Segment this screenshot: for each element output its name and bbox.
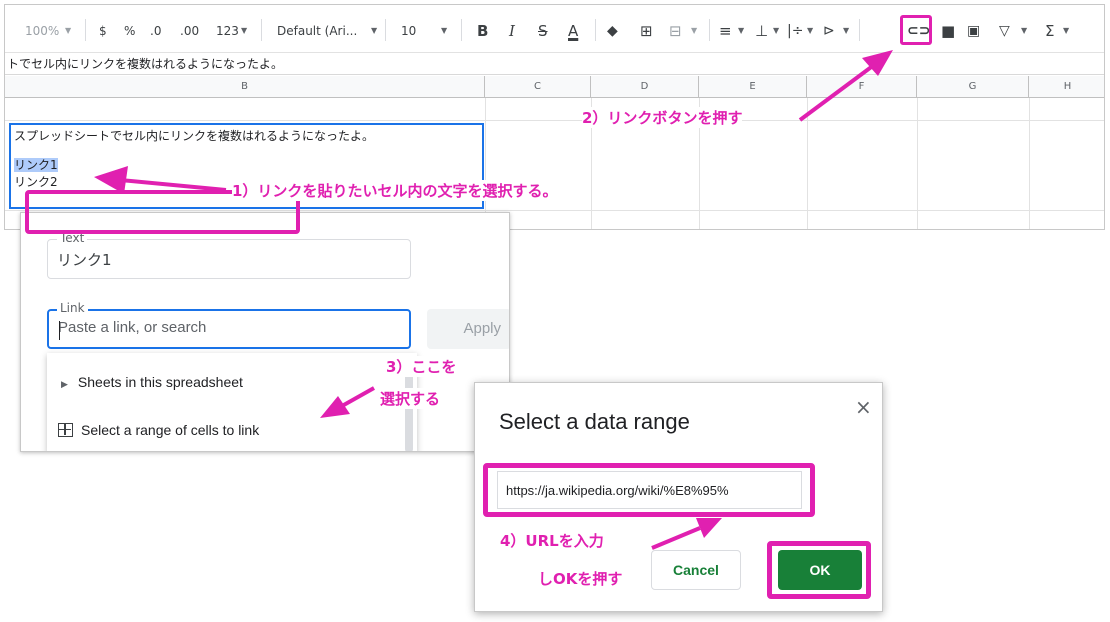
- cancel-button[interactable]: Cancel: [651, 550, 741, 590]
- chevron-down-icon: ▼: [773, 26, 780, 35]
- ok-button-highlight: [767, 541, 871, 599]
- column-header-h[interactable]: H: [1029, 76, 1104, 98]
- percent-format-button[interactable]: %: [124, 21, 135, 41]
- font-size-select[interactable]: 10: [401, 21, 416, 41]
- annotation-step-3b: 選択する: [380, 388, 441, 409]
- chevron-down-icon: ▼: [1063, 26, 1070, 35]
- column-header: B C D E F G H: [5, 76, 1104, 98]
- select-data-range-dialog: Select a data range × Cancel OK: [474, 382, 883, 612]
- chevron-down-icon: ▼: [1021, 26, 1028, 35]
- cell-blank-line: [14, 145, 479, 157]
- borders-icon[interactable]: ⊞: [640, 21, 653, 41]
- chevron-down-icon: ▼: [738, 26, 745, 35]
- select-range-label: Select a range of cells to link: [81, 422, 260, 438]
- column-header-f[interactable]: F: [807, 76, 917, 98]
- italic-button[interactable]: I: [509, 21, 515, 41]
- link-text-field[interactable]: リンク1: [47, 239, 411, 279]
- sheets-in-spreadsheet-item[interactable]: ▶ Sheets in this spreadsheet: [47, 367, 397, 397]
- sheets-item-label: Sheets in this spreadsheet: [77, 374, 243, 390]
- column-header-e[interactable]: E: [699, 76, 807, 98]
- increase-decimal-button[interactable]: .00: [180, 21, 199, 41]
- chevron-down-icon: ▼: [241, 26, 248, 35]
- toolbar-separator: [859, 19, 860, 41]
- column-header-d[interactable]: D: [591, 76, 699, 98]
- insert-link-dialog: リンク1 Text Link Apply ▶Sheets in this spr…: [20, 212, 510, 452]
- strikethrough-button[interactable]: S: [538, 21, 548, 41]
- chevron-down-icon: ▼: [441, 26, 448, 35]
- toolbar-separator: [461, 19, 462, 41]
- chevron-down-icon: ▼: [691, 26, 698, 35]
- annotation-step-4b: しOKを押す: [538, 570, 623, 588]
- toolbar-separator: [85, 19, 86, 41]
- selected-cell-text[interactable]: リンク1: [14, 158, 58, 172]
- currency-format-button[interactable]: $: [99, 21, 107, 41]
- link-suggestions-menu: ▶ Sheets in this spreadsheet Select a ran…: [47, 353, 417, 451]
- chevron-down-icon: ▼: [807, 26, 814, 35]
- align-icon[interactable]: ≡: [719, 21, 732, 41]
- toolbar-separator: [261, 19, 262, 41]
- grid-line: [485, 98, 486, 229]
- text-color-button[interactable]: A: [568, 21, 578, 41]
- cell-text-line: スプレッドシートでセル内にリンクを複数はれるようになったよ。: [14, 129, 375, 143]
- annotation-step-4a: 4）URLを入力: [500, 530, 604, 551]
- insert-comment-icon[interactable]: ■: [941, 21, 955, 41]
- bold-button[interactable]: B: [477, 21, 488, 41]
- insert-chart-icon[interactable]: ▣: [967, 21, 980, 41]
- dialog-title: Select a data range: [499, 409, 690, 434]
- select-range-item[interactable]: Select a range of cells to link: [47, 413, 397, 447]
- chevron-down-icon: ▼: [371, 26, 378, 35]
- column-header-b[interactable]: B: [5, 76, 485, 98]
- toolbar-separator: [595, 19, 596, 41]
- valign-icon[interactable]: ⊥: [755, 21, 768, 41]
- filter-icon[interactable]: ▽: [999, 21, 1010, 41]
- link-text-value: リンク1: [57, 251, 112, 269]
- font-select[interactable]: Default (Ari...: [277, 21, 357, 41]
- grid-line: [807, 98, 808, 229]
- link-url-label: Link: [57, 301, 88, 315]
- toolbar-separator: [709, 19, 710, 41]
- link-url-input[interactable]: [58, 319, 398, 336]
- url-input-highlight: [483, 463, 815, 517]
- wrap-icon[interactable]: |÷: [787, 21, 803, 41]
- annotation-step-2: 2）リンクボタンを押す: [582, 107, 743, 128]
- annotation-step-3a: 3）ここを: [386, 356, 457, 377]
- text-caret: [59, 321, 60, 340]
- column-header-c[interactable]: C: [485, 76, 591, 98]
- grid-icon: [58, 423, 73, 437]
- decrease-decimal-button[interactable]: .0: [150, 21, 161, 41]
- functions-icon[interactable]: Σ: [1045, 21, 1054, 41]
- chevron-down-icon: ▼: [843, 26, 850, 35]
- rotate-icon[interactable]: ⊳: [823, 21, 835, 41]
- grid-line: [1029, 98, 1030, 229]
- expand-triangle-icon: ▶: [61, 379, 68, 389]
- formula-bar[interactable]: トでセル内にリンクを複数はれるようになったよ。: [5, 53, 1104, 75]
- grid-line: [5, 120, 1104, 121]
- annotation-step-1: 1）リンクを貼りたいセル内の文字を選択する。: [232, 180, 558, 201]
- close-icon[interactable]: ×: [855, 395, 872, 419]
- chevron-down-icon: ▼: [65, 26, 72, 35]
- merge-icon[interactable]: ⊟: [669, 21, 682, 41]
- toolbar-separator: [385, 19, 386, 41]
- zoom-select[interactable]: 100%: [25, 21, 59, 41]
- link-url-field[interactable]: [47, 309, 411, 349]
- more-formats-button[interactable]: 123: [216, 21, 239, 41]
- link-button-highlight: [900, 15, 932, 45]
- paint-format-icon[interactable]: ◆: [607, 21, 618, 41]
- grid-line: [917, 98, 918, 229]
- column-header-g[interactable]: G: [917, 76, 1029, 98]
- apply-button[interactable]: Apply: [427, 309, 509, 349]
- toolbar: 100% ▼ $ % .0 .00 123 ▼ Default (Ari... …: [5, 5, 1104, 53]
